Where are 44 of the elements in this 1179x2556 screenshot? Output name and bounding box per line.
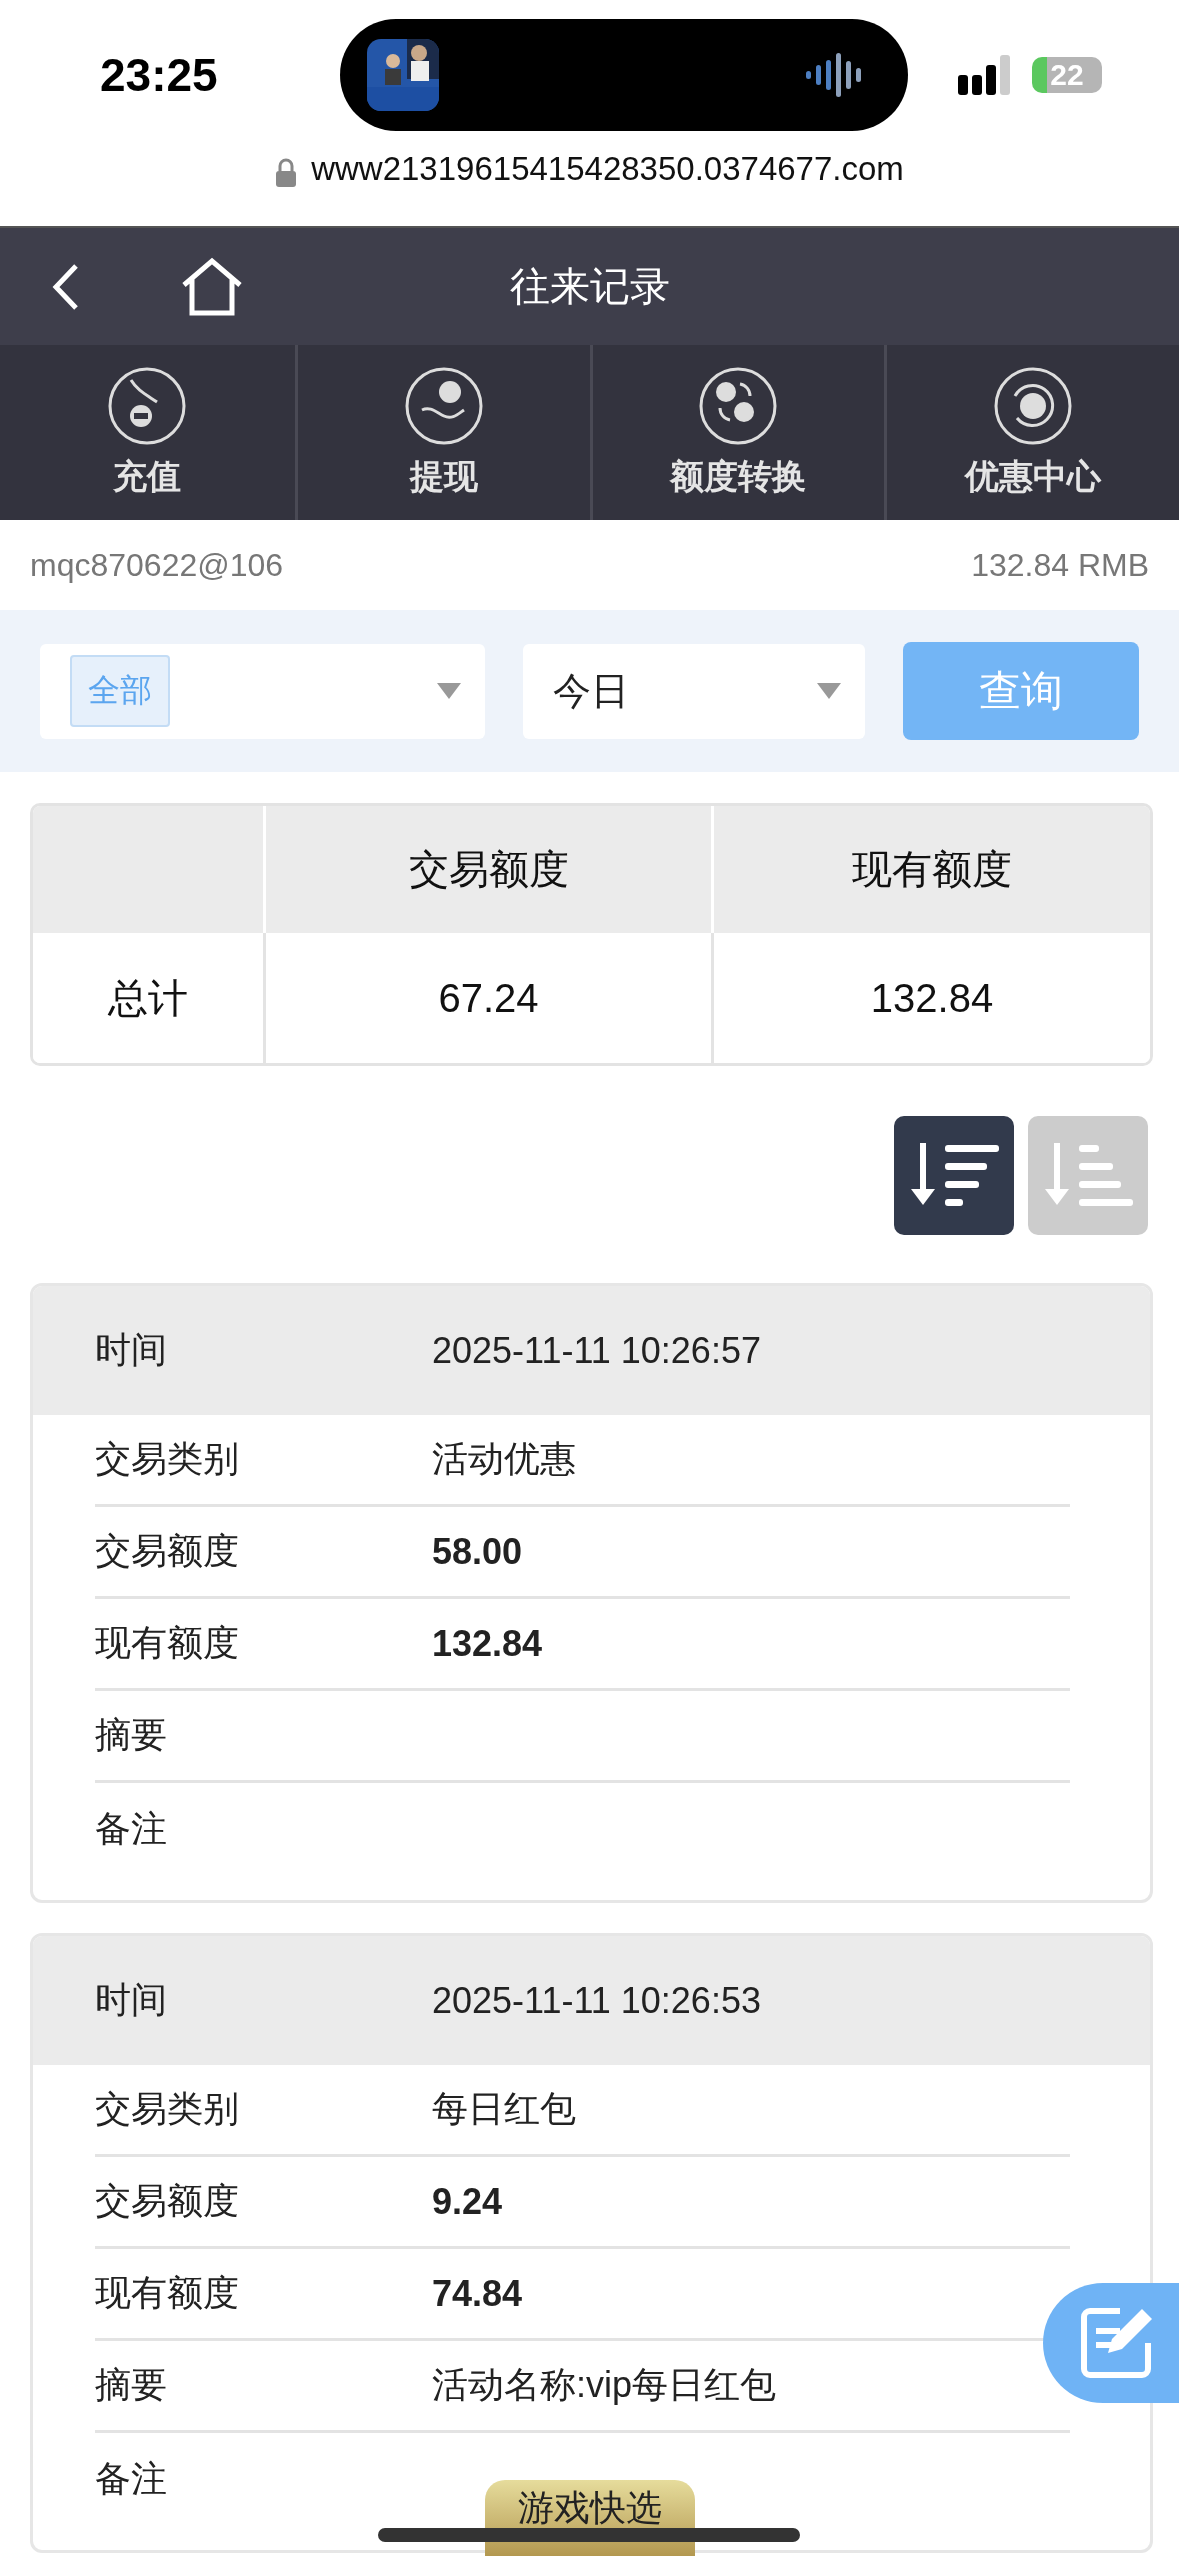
menu-item[interactable]: 优惠中心	[884, 345, 1179, 520]
field-value: 132.84	[432, 1622, 543, 1665]
field-label: 现有额度	[95, 1621, 240, 1665]
balance: 132.84 RMB	[971, 546, 1149, 584]
field-label: 备注	[95, 2456, 168, 2501]
username: mqc870622@106	[30, 546, 284, 584]
field-value: 活动优惠	[432, 1437, 576, 1481]
field-value: 活动名称:vip每日红包	[432, 2363, 777, 2407]
menu-item[interactable]: 额度转换	[589, 345, 885, 520]
field-value: 2025-11-11 10:26:53	[432, 1979, 761, 2022]
table-cell: 67.24	[263, 933, 711, 1063]
battery-level: 22	[1050, 58, 1084, 92]
page-title: 往来记录	[509, 263, 670, 310]
field-label: 时间	[95, 1978, 168, 2022]
field-value: 2025-11-11 10:26:57	[432, 1329, 761, 1372]
field-label: 摘要	[95, 1713, 168, 1757]
status-time: 23:25	[100, 48, 219, 102]
lock-icon	[275, 158, 298, 188]
field-value: 74.84	[432, 2272, 523, 2315]
field-value: 58.00	[432, 1530, 523, 1573]
row-label: 总计	[107, 974, 189, 1022]
menu-item[interactable]: 提现	[294, 345, 590, 520]
field-label: 交易类别	[95, 1437, 240, 1481]
field-value: 每日红包	[432, 2087, 576, 2131]
field-label: 现有额度	[95, 2271, 240, 2315]
field-label: 时间	[95, 1328, 168, 1372]
url-text[interactable]: www21319615415428350.0374677.com	[311, 150, 904, 188]
dropdown-icon	[437, 683, 462, 699]
period-value: 今日	[553, 668, 630, 714]
sort-button[interactable]	[894, 1116, 1014, 1235]
field-value: 9.24	[432, 2180, 503, 2223]
field-label: 备注	[95, 1806, 168, 1851]
home-button[interactable]	[180, 256, 244, 317]
field-label: 交易额度	[95, 1529, 240, 1573]
table-cell: 132.84	[711, 933, 1150, 1063]
period-select[interactable]: 今日	[523, 643, 865, 739]
dropdown-icon	[817, 683, 841, 699]
type-tag: 全部	[70, 655, 170, 727]
field-label: 交易额度	[95, 2179, 240, 2223]
menu-item[interactable]: 充值	[0, 345, 295, 520]
coin-cycle-icon	[993, 365, 1074, 446]
field-label: 摘要	[95, 2363, 168, 2407]
field-label: 交易类别	[95, 2087, 240, 2131]
exchange-icon	[698, 365, 779, 446]
